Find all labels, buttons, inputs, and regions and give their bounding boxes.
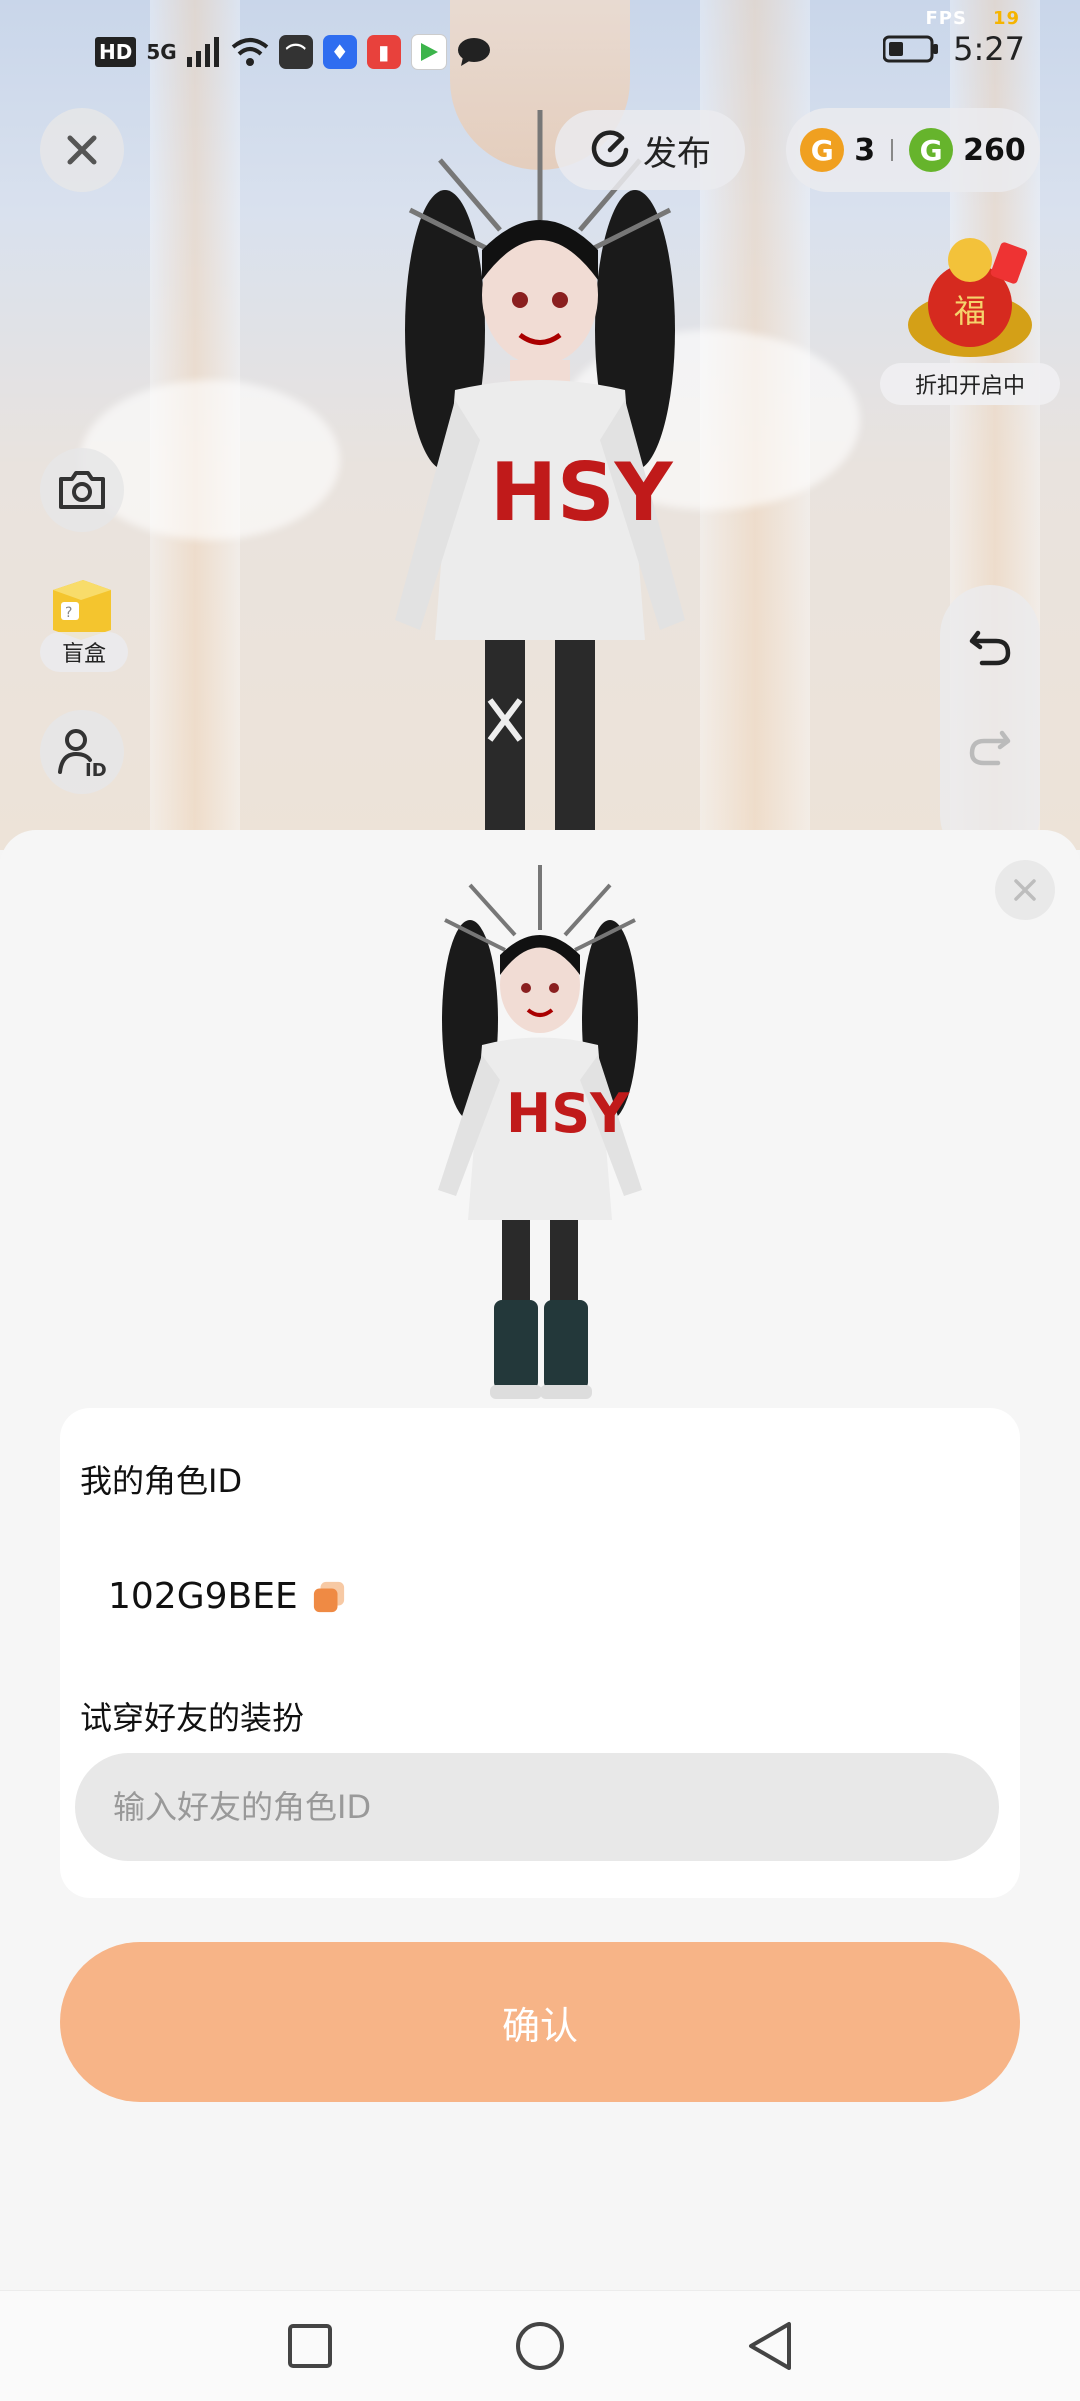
background-cloud [80, 380, 340, 540]
copy-icon[interactable] [312, 1580, 346, 1614]
my-role-id-value: 102G9BEE [108, 1576, 298, 1617]
chat-bubble-icon [457, 38, 490, 66]
battery-icon [883, 35, 939, 63]
camera-icon [59, 471, 105, 509]
back-button[interactable] [735, 2311, 805, 2381]
signal-icon [186, 37, 219, 67]
confirm-button[interactable]: 确认 [60, 1942, 1020, 2102]
close-icon [1014, 879, 1036, 901]
home-button[interactable] [505, 2311, 575, 2381]
close-scene-button[interactable] [40, 108, 124, 192]
status-bar: FPS 19 HD 5G ⌒ ♦ ▮ 5:27 [0, 0, 1080, 110]
recents-icon [288, 2324, 332, 2368]
green-coin-count: 260 [963, 132, 1026, 168]
publish-button[interactable]: 发布 [555, 110, 745, 190]
fps-counter: FPS 19 [925, 8, 1020, 29]
network-type: 5G [146, 40, 177, 64]
gold-coin-icon: G [800, 128, 845, 172]
discount-label: 折扣开启中 [880, 363, 1060, 405]
gold-coin-count: 3 [854, 132, 876, 168]
try-on-friend-label: 试穿好友的装扮 [80, 1699, 305, 1737]
shopping-bag-icon: ⌒ [278, 35, 313, 69]
my-role-id-row: 102G9BEE [108, 1576, 346, 1617]
svg-text:ID: ID [85, 760, 107, 778]
currency-balance[interactable]: G 3 G 260 [786, 108, 1040, 192]
book-icon: ▮ [366, 35, 401, 69]
role-id-button[interactable]: ID [40, 710, 124, 794]
wifi-icon [231, 38, 268, 66]
hd-indicator: HD [95, 37, 137, 67]
recents-button[interactable] [275, 2311, 345, 2381]
system-nav-bar [0, 2290, 1080, 2401]
user-id-icon: ID [58, 729, 107, 778]
friend-role-id-input[interactable] [75, 1753, 999, 1861]
publish-icon [591, 130, 629, 167]
undo-icon[interactable] [968, 625, 1012, 669]
svg-text:?: ? [65, 605, 72, 621]
back-icon [749, 2322, 791, 2370]
blind-box-label: 盲盒 [40, 632, 128, 672]
my-role-id-label: 我的角色ID [80, 1462, 243, 1500]
video-app-icon [410, 34, 447, 70]
svg-text:HSY: HSY [506, 1082, 630, 1145]
svg-text:福: 福 [954, 292, 986, 330]
role-id-card: 我的角色ID 102G9BEE 试穿好友的装扮 [60, 1408, 1020, 1898]
discount-event[interactable]: 福 折扣开启中 [880, 230, 1066, 405]
avatar-preview: HSY [438, 865, 642, 1399]
currency-divider [891, 139, 894, 161]
avatar-figure[interactable]: HSY [370, 100, 710, 850]
green-coin-icon: G [909, 128, 954, 172]
home-icon [516, 2322, 564, 2370]
lucky-bag-icon: 福 [908, 238, 1032, 357]
camera-button[interactable] [40, 448, 124, 532]
lightbulb-icon: ♦ [322, 35, 357, 69]
clock: 5:27 [953, 30, 1025, 68]
close-icon [67, 135, 97, 165]
edit-history-rail [940, 585, 1040, 865]
redo-icon[interactable] [968, 725, 1012, 769]
sheet-close-button[interactable] [995, 860, 1055, 920]
svg-text:HSY: HSY [490, 446, 674, 539]
publish-label: 发布 [643, 133, 711, 174]
